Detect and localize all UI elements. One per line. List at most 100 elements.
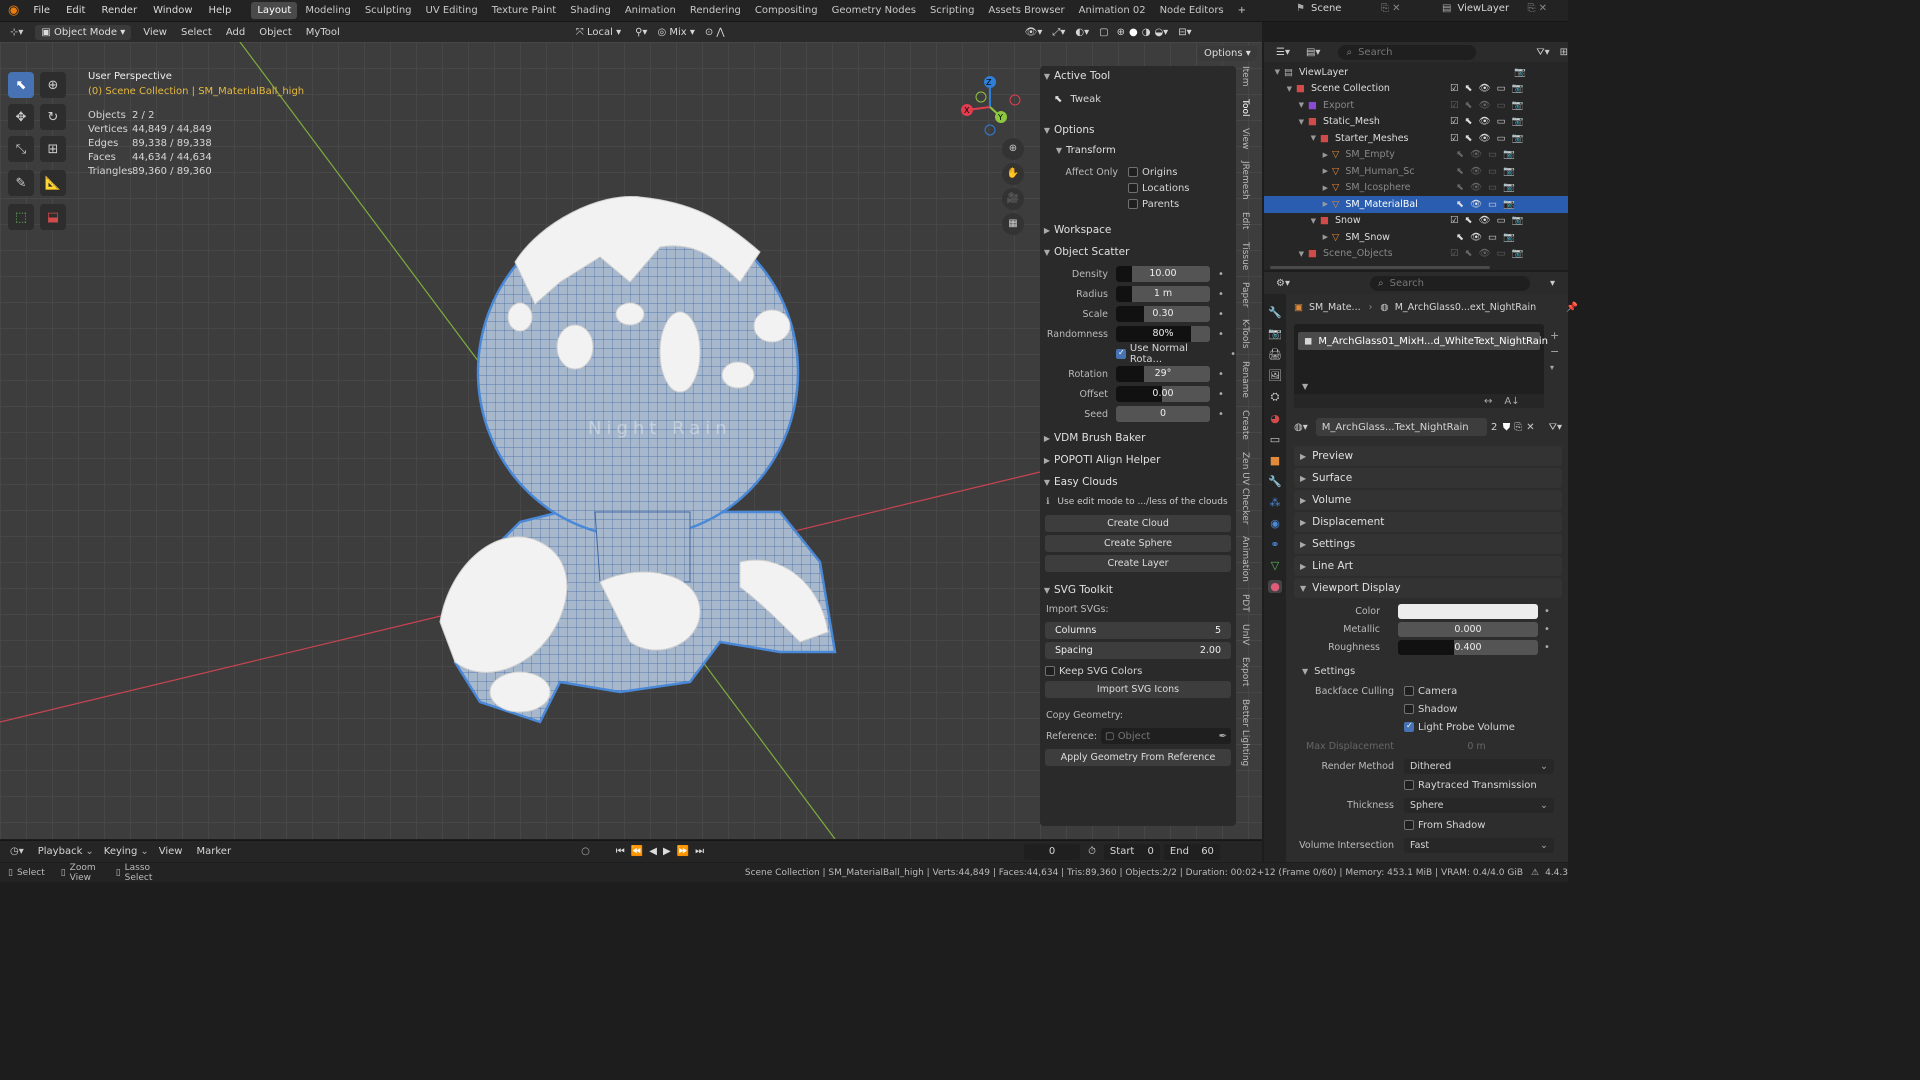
chevron-down-icon[interactable]: ▼ <box>1302 382 1308 391</box>
outliner-row[interactable]: ▼ ■ Scene_Objects ☑ ⬉ 👁 ▭ 📷 <box>1264 246 1568 263</box>
auto-key-icon[interactable]: ○ <box>581 846 590 857</box>
keyframe-dot-icon[interactable]: • <box>1544 606 1550 617</box>
tab-scripting[interactable]: Scripting <box>924 2 980 19</box>
shadow-checkbox[interactable]: Shadow <box>1294 700 1562 718</box>
outliner-search-input[interactable]: ⌕ Search <box>1338 44 1477 60</box>
selectable-toggle-icon[interactable]: ⬉ <box>1456 199 1464 210</box>
menu-select[interactable]: Select <box>181 27 212 38</box>
tab-animation[interactable]: Animation <box>1240 536 1250 582</box>
menu-playback[interactable]: Playback <box>38 846 83 857</box>
render-toggle-icon[interactable]: 📷 <box>1503 199 1515 210</box>
render-toggle-icon[interactable]: 📷 <box>1503 182 1515 193</box>
expand-chevron-icon[interactable]: ▶ <box>1264 151 1332 159</box>
section-viewport-display[interactable]: ▼ Viewport Display <box>1294 578 1562 598</box>
expand-chevron-icon[interactable]: ▶ <box>1264 167 1332 175</box>
section-surface[interactable]: ▶ Surface <box>1294 468 1562 488</box>
section-line-art[interactable]: ▶ Line Art <box>1294 556 1562 576</box>
outliner-editor-icon[interactable]: ☰▾ <box>1276 47 1290 58</box>
visibility-toggle-icon[interactable]: 👁 <box>1479 133 1491 144</box>
outliner-row[interactable]: ▼ ■ Export ☑ ⬉ 👁 ▭ 📷 <box>1264 97 1568 114</box>
outliner-row[interactable]: ▶ ▽ SM_Snow ⬉ 👁 ▭ 📷 <box>1264 229 1568 246</box>
sort-alpha-icon[interactable]: A↓ <box>1504 396 1519 407</box>
material-slot-item[interactable]: ◼ M_ArchGlass01_MixH...d_WhiteText_Night… <box>1298 332 1548 350</box>
outliner-row[interactable]: ▼ ■ Starter_Meshes ☑ ⬉ 👁 ▭ 📷 <box>1264 130 1568 147</box>
tab-create[interactable]: Create <box>1240 410 1250 440</box>
tab-rename[interactable]: Rename <box>1240 361 1250 398</box>
proportional-edit-icon[interactable]: ⊙ ⋀ <box>705 27 725 38</box>
keyframe-dot-icon[interactable]: • <box>1218 329 1224 340</box>
new-view-layer-icon[interactable]: ⎘ ✕ <box>1527 3 1547 14</box>
remove-slot-icon[interactable]: − <box>1550 344 1559 360</box>
slot-menu-icon[interactable]: ▾ <box>1550 360 1559 376</box>
render-toggle-icon[interactable]: 📷 <box>1514 67 1526 78</box>
subpanel-transform[interactable]: ▼ Transform <box>1040 140 1236 160</box>
tab-better-lighting[interactable]: Better Lighting <box>1240 699 1250 766</box>
raytraced-checkbox[interactable]: Raytraced Transmission <box>1294 776 1562 794</box>
viewport-toggle-icon[interactable]: ▭ <box>1497 248 1506 259</box>
viewport-toggle-icon[interactable]: ▭ <box>1497 116 1506 127</box>
expand-chevron-icon[interactable]: ▼ <box>1264 217 1320 225</box>
view-layer-selector[interactable]: ▤ ViewLayer ⎘ ✕ <box>1442 3 1547 14</box>
menu-window[interactable]: Window <box>145 5 200 16</box>
selectable-toggle-icon[interactable]: ⬉ <box>1456 182 1464 193</box>
exclude-checkbox-icon[interactable]: ☑ <box>1450 215 1459 226</box>
selectable-toggle-icon[interactable]: ⬉ <box>1465 133 1473 144</box>
tab-item[interactable]: Item <box>1240 66 1250 87</box>
tab-univ[interactable]: UnIV <box>1240 624 1250 645</box>
expand-chevron-icon[interactable]: ▼ <box>1264 118 1308 126</box>
viewport-toggle-icon[interactable]: ▭ <box>1488 199 1497 210</box>
pivot-dropdown[interactable]: ◎ Mix ▾ <box>657 27 694 38</box>
subsection-settings[interactable]: ▼ Settings <box>1294 660 1562 682</box>
menu-edit[interactable]: Edit <box>58 5 93 16</box>
seed-field[interactable]: 0 <box>1116 406 1210 422</box>
shading-solid-icon[interactable]: ● <box>1129 27 1138 38</box>
menu-file[interactable]: File <box>25 5 58 16</box>
world-props-icon[interactable]: ◕ <box>1270 412 1280 425</box>
reference-object-field[interactable]: ▢ Object ✒ <box>1101 728 1232 744</box>
metallic-slider[interactable]: 0.000 <box>1398 621 1538 637</box>
tab-rendering[interactable]: Rendering <box>684 2 747 19</box>
expand-chevron-icon[interactable]: ▼ <box>1264 85 1296 93</box>
unlink-material-icon[interactable]: ✕ <box>1526 422 1534 433</box>
move-tool-icon[interactable]: ✥ <box>8 104 34 130</box>
tab-view[interactable]: View <box>1240 128 1250 149</box>
keep-svg-colors-checkbox[interactable]: Keep SVG Colors <box>1040 661 1236 681</box>
radius-field[interactable]: 1 m <box>1116 286 1210 302</box>
viewport-toggle-icon[interactable]: ▭ <box>1497 133 1506 144</box>
exclude-checkbox-icon[interactable]: ☑ <box>1450 100 1459 111</box>
eyedropper-icon[interactable]: ✒ <box>1219 731 1227 742</box>
section-preview[interactable]: ▶ Preview <box>1294 446 1562 466</box>
thickness-dropdown[interactable]: Sphere ⌄ <box>1404 797 1554 813</box>
menu-keying[interactable]: Keying <box>104 846 138 857</box>
rotate-tool-icon[interactable]: ↻ <box>40 104 66 130</box>
tab-geometry-nodes[interactable]: Geometry Nodes <box>826 2 922 19</box>
selectable-toggle-icon[interactable]: ⬉ <box>1465 100 1473 111</box>
selectable-toggle-icon[interactable]: ⬉ <box>1465 248 1473 259</box>
render-method-dropdown[interactable]: Dithered ⌄ <box>1404 758 1554 774</box>
tab-assets-browser[interactable]: Assets Browser <box>982 2 1070 19</box>
menu-marker[interactable]: Marker <box>196 846 231 857</box>
roughness-slider[interactable]: 0.400 <box>1398 639 1538 655</box>
viewport-toggle-icon[interactable]: ▭ <box>1497 100 1506 111</box>
jump-keyframe-back-icon[interactable]: ⏪ <box>631 846 643 857</box>
viewport-toggle-icon[interactable]: ▭ <box>1488 149 1497 160</box>
panel-object-scatter[interactable]: ▼ Object Scatter <box>1040 242 1236 262</box>
render-toggle-icon[interactable]: 📷 <box>1512 83 1524 94</box>
expand-chevron-icon[interactable]: ▶ <box>1264 233 1332 241</box>
xray-toggle-icon[interactable]: ▢ <box>1099 27 1108 38</box>
keyframe-dot-icon[interactable]: • <box>1230 349 1236 360</box>
tab-uv-editing[interactable]: UV Editing <box>420 2 484 19</box>
visibility-toggle-icon[interactable]: 👁 <box>1470 182 1482 193</box>
visibility-toggle-icon[interactable]: 👁 <box>1479 100 1491 111</box>
current-frame-field[interactable]: 0 <box>1024 843 1081 860</box>
panel-workspace[interactable]: ▶ Workspace <box>1040 220 1236 240</box>
panel-options[interactable]: ▼ Options <box>1040 120 1236 140</box>
add-slot-icon[interactable]: + <box>1550 328 1559 344</box>
tab-pdt[interactable]: PDT <box>1240 594 1250 612</box>
menu-view[interactable]: View <box>143 27 167 38</box>
viewport-toggle-icon[interactable]: ▭ <box>1488 232 1497 243</box>
keyframe-dot-icon[interactable]: • <box>1544 642 1550 653</box>
selectable-toggle-icon[interactable]: ⬉ <box>1465 83 1473 94</box>
offset-field[interactable]: 0.00 <box>1116 386 1210 402</box>
new-scene-icon[interactable]: ⎘ ✕ <box>1381 3 1401 14</box>
